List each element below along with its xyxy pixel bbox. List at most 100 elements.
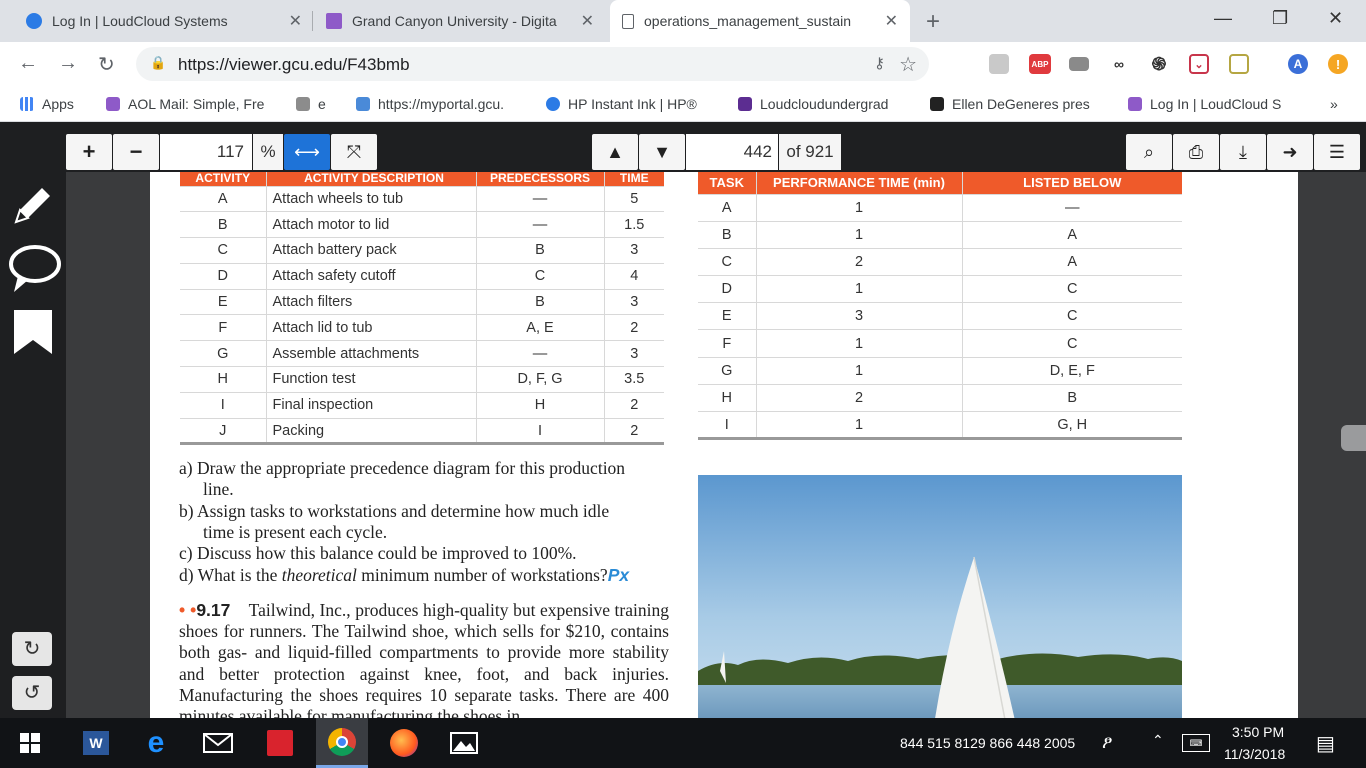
clock-date[interactable]: 11/3/2018 [1224, 746, 1285, 762]
grammarly-icon[interactable]: G [949, 54, 969, 74]
bookmark-e[interactable]: e [296, 96, 326, 112]
print-icon[interactable]: ⎙ [1173, 134, 1219, 170]
close-tab-icon[interactable]: ✕ [885, 11, 898, 31]
firefox-icon[interactable] [380, 718, 428, 768]
share-icon[interactable]: ➜ [1267, 134, 1313, 170]
close-window-icon[interactable]: ✕ [1328, 8, 1343, 29]
action-center-icon[interactable]: ▤ [1316, 731, 1335, 756]
pocket-icon[interactable]: ⌄ [1189, 54, 1209, 74]
apps-grid-icon [20, 97, 34, 111]
menu-icon[interactable]: ☰ [1314, 134, 1360, 170]
back-icon[interactable]: ← [18, 52, 38, 75]
table-cell: 1 [756, 194, 963, 222]
pencil-icon[interactable] [8, 180, 58, 230]
bookmark-loudcloud-undergrad[interactable]: Loudcloudundergrad [738, 96, 888, 112]
restore-icon[interactable]: ❐ [1272, 8, 1288, 29]
table-cell: C [698, 248, 757, 277]
keyboard-icon[interactable]: ⌨ [1182, 734, 1210, 752]
table-cell: I [698, 411, 757, 441]
openai-icon[interactable]: ֍ [1149, 54, 1169, 74]
tripadvisor-icon[interactable]: ∞ [1109, 54, 1129, 74]
screen-icon[interactable] [1069, 57, 1089, 71]
table-cell: I [180, 392, 267, 419]
zoom-in-button[interactable]: + [66, 134, 112, 170]
table-cell: H [180, 366, 267, 393]
minimize-icon[interactable]: — [1214, 8, 1232, 29]
fullscreen-icon[interactable]: ⤧ [331, 134, 377, 170]
table-cell: 5 [604, 186, 664, 213]
table-cell: Attach lid to tub [266, 314, 477, 342]
download-icon[interactable]: ⤓ [1220, 134, 1266, 170]
tab-gcu[interactable]: Grand Canyon University - Digita ✕ [314, 0, 606, 42]
problem-text: Tailwind, Inc., produces high-quality bu… [179, 600, 669, 718]
question-b: b) Assign tasks to workstations and dete… [179, 501, 610, 542]
new-tab-icon[interactable]: + [926, 8, 940, 36]
activity-table: ACTIVITY ACTIVITY DESCRIPTION PREDECESSO… [180, 172, 664, 446]
scrollbar-thumb[interactable] [1341, 425, 1366, 451]
acrobat-icon[interactable] [989, 54, 1009, 74]
address-bar[interactable]: 🔒 https://viewer.gcu.edu/F43bmb ⚷ ☆ [136, 47, 929, 81]
close-tab-icon[interactable]: ✕ [581, 11, 594, 31]
forward-icon[interactable]: → [58, 52, 78, 75]
adblock-icon[interactable]: ABP [1029, 54, 1051, 74]
table-cell: C [180, 237, 267, 264]
table-cell: 1 [756, 329, 963, 358]
table-cell: D, E, F [962, 357, 1182, 385]
profile-avatar[interactable]: A [1288, 54, 1308, 74]
table-row: B1A [698, 221, 1182, 249]
reload-icon[interactable]: ↻ [98, 52, 115, 77]
gcu-favicon-icon [326, 13, 342, 29]
zoom-input[interactable]: 117 [160, 134, 252, 170]
undo-button[interactable]: ↺ [12, 676, 52, 710]
bookmark-hp-instant-ink[interactable]: HP Instant Ink | HP® [546, 96, 697, 112]
chrome-icon[interactable] [316, 718, 368, 768]
redo-button[interactable]: ↻ [12, 632, 52, 666]
bookmark-aol-mail[interactable]: AOL Mail: Simple, Fre [106, 96, 264, 112]
px-logo-icon[interactable]: Px [608, 565, 629, 585]
table-cell: B [962, 384, 1182, 413]
bookmark-star-icon[interactable]: ☆ [899, 52, 917, 77]
table-header-row: ACTIVITY ACTIVITY DESCRIPTION PREDECESSO… [180, 172, 664, 187]
comment-icon[interactable] [8, 242, 62, 296]
page-number-input[interactable]: 442 [686, 134, 778, 170]
table-cell: A [180, 186, 267, 213]
mail-icon[interactable] [194, 718, 242, 768]
notes-icon[interactable] [1229, 54, 1249, 74]
fit-width-button[interactable]: ⟷ [284, 134, 330, 170]
windows-start-icon[interactable] [0, 718, 60, 768]
table-row: E Attach filters B 3 [180, 289, 664, 316]
table-cell: 3 [604, 289, 664, 316]
url-text[interactable]: https://viewer.gcu.edu/F43bmb [178, 55, 410, 75]
table-cell: G, H [962, 411, 1182, 441]
zoom-out-button[interactable]: − [113, 134, 159, 170]
key-icon[interactable]: ⚷ [874, 54, 885, 72]
close-tab-icon[interactable]: ✕ [289, 11, 302, 31]
table-cell: 1 [756, 275, 963, 304]
aol-logo-icon [930, 97, 944, 111]
bookmarks-overflow[interactable]: » [1330, 96, 1338, 112]
table-header-cell: TASK [698, 172, 757, 195]
tab-loudcloud[interactable]: Log In | LoudCloud Systems ✕ [14, 0, 314, 42]
table-cell: 2 [756, 248, 963, 277]
tab-title: Log In | LoudCloud Systems [52, 13, 228, 29]
bookmark-loudcloud-login[interactable]: Log In | LoudCloud S [1128, 96, 1281, 112]
bookmark-myportal[interactable]: https://myportal.gcu. [356, 96, 504, 112]
table-row: D Attach safety cutoff C 4 [180, 263, 664, 290]
tab-operations-management[interactable]: operations_management_sustain ✕ [610, 0, 910, 42]
clock-time[interactable]: 3:50 PM [1232, 724, 1284, 740]
table-cell: 1 [756, 411, 963, 441]
photos-icon[interactable] [440, 718, 488, 768]
table-cell: H [698, 384, 757, 413]
edge-icon[interactable]: e [132, 718, 180, 768]
bookmark-ellen[interactable]: Ellen DeGeneres pres [930, 96, 1090, 112]
people-icon[interactable]: ፆ [1102, 732, 1113, 753]
word-icon[interactable]: W [72, 718, 120, 768]
acrobat-reader-icon[interactable] [256, 718, 304, 768]
bookmark-apps[interactable]: Apps [20, 96, 74, 112]
bookmark-icon[interactable] [12, 308, 54, 356]
alert-icon[interactable]: ! [1328, 54, 1348, 74]
chevron-up-icon[interactable]: ⌃ [1152, 732, 1164, 749]
previous-page-button[interactable]: ▲ [592, 134, 638, 170]
next-page-button[interactable]: ▼ [639, 134, 685, 170]
search-icon[interactable]: ⌕ [1126, 134, 1172, 170]
